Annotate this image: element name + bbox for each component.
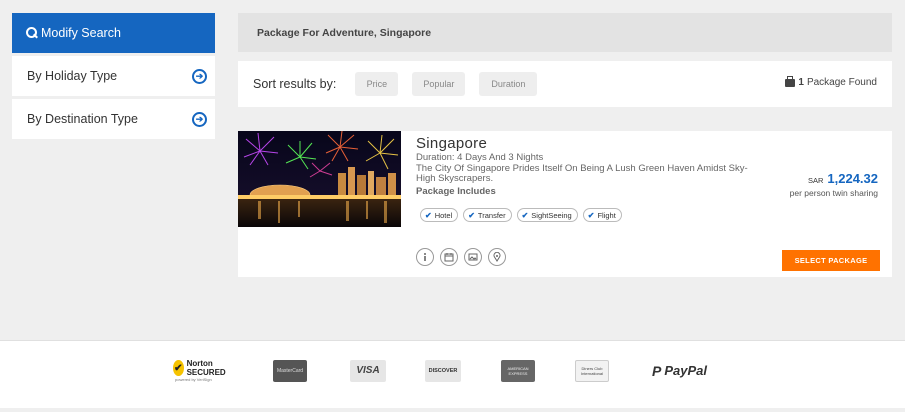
location-pin-icon[interactable] <box>488 248 506 266</box>
sort-label: Sort results by: <box>253 77 337 91</box>
discover-logo: DISCOVER <box>425 359 461 382</box>
check-icon: ✔ <box>468 210 475 220</box>
modify-search-button[interactable]: Modify Search <box>12 13 215 53</box>
norton-logo: ✔ Norton SECURED powered by VeriSign <box>173 359 228 382</box>
paypal-logo: P PayPal <box>652 363 707 379</box>
page-title: Package For Adventure, Singapore <box>257 26 432 39</box>
include-tag-flight: ✔ Flight <box>582 208 622 222</box>
package-card: Singapore Duration: 4 Days And 3 Nights … <box>238 131 892 277</box>
mastercard-logo: MasterCard <box>273 359 307 382</box>
check-icon: ✔ <box>587 210 595 220</box>
visa-text: VISA <box>356 365 380 376</box>
sidebar-item-holiday-type[interactable]: By Holiday Type ➔ <box>12 56 215 96</box>
amex-logo: AMERICAN EXPRESS <box>501 359 535 382</box>
check-icon: ✔ <box>521 210 529 220</box>
mastercard-text: MasterCard <box>276 367 304 374</box>
package-includes-label: Package Includes <box>416 186 496 197</box>
result-count: 1 Package Found <box>785 75 877 88</box>
package-image[interactable] <box>238 131 401 227</box>
include-tag-label: SightSeeing <box>531 210 572 220</box>
include-tag-transfer: ✔ Transfer <box>463 208 512 222</box>
package-duration: Duration: 4 Days And 3 Nights <box>416 152 544 163</box>
norton-text: Norton SECURED <box>186 359 226 377</box>
gallery-icon[interactable] <box>464 248 482 266</box>
paypal-icon: P <box>652 362 662 379</box>
norton-subtext: powered by VeriSign <box>175 377 212 382</box>
arrow-right-icon: ➔ <box>192 111 207 127</box>
package-actions <box>416 248 512 266</box>
include-tag-sightseeing: ✔ SightSeeing <box>516 208 578 222</box>
include-tag-label: Hotel <box>434 210 453 220</box>
visa-logo: VISA <box>350 359 386 382</box>
sort-duration-button[interactable]: Duration <box>479 72 538 96</box>
include-tag-label: Flight <box>597 210 616 220</box>
check-icon: ✔ <box>425 210 432 220</box>
price-currency: SAR <box>807 176 824 185</box>
footer: ✔ Norton SECURED powered by VeriSign Mas… <box>0 340 905 408</box>
sort-popular-button[interactable]: Popular <box>412 72 466 96</box>
sidebar: Modify Search By Holiday Type ➔ By Desti… <box>12 13 215 139</box>
result-count-text: Package Found <box>806 77 877 88</box>
norton-check-icon: ✔ <box>173 360 184 376</box>
result-count-number: 1 <box>798 77 804 88</box>
price-note: per person twin sharing <box>789 188 878 198</box>
select-package-button[interactable]: SELECT PACKAGE <box>782 250 880 271</box>
sidebar-item-label: By Destination Type <box>27 112 138 126</box>
sort-price-button[interactable]: Price <box>355 72 399 96</box>
search-icon <box>26 27 38 39</box>
diners-club-logo: Diners Club International <box>575 359 609 382</box>
include-tag-label: Transfer <box>477 210 506 220</box>
results-header: Package For Adventure, Singapore <box>238 13 892 52</box>
diners-club-text: Diners Club International <box>580 365 603 376</box>
arrow-right-icon: ➔ <box>192 68 207 84</box>
price-amount: 1,224.32 <box>827 171 878 186</box>
payment-logos: ✔ Norton SECURED powered by VeriSign Mas… <box>173 359 707 382</box>
suitcase-icon <box>785 75 796 87</box>
package-includes-list: ✔ Hotel ✔ Transfer ✔ SightSeeing ✔ Flight <box>420 208 627 222</box>
package-title[interactable]: Singapore <box>416 135 487 152</box>
package-description: The City Of Singapore Prides Itself On B… <box>416 163 748 184</box>
discover-text: DISCOVER <box>428 367 458 374</box>
sidebar-item-label: By Holiday Type <box>27 69 118 83</box>
fireworks-image <box>238 131 401 227</box>
include-tag-hotel: ✔ Hotel <box>420 208 459 222</box>
paypal-text: PayPal <box>664 363 707 378</box>
sort-bar: Sort results by: Price Popular Duration … <box>238 61 892 107</box>
sidebar-item-destination-type[interactable]: By Destination Type ➔ <box>12 99 215 139</box>
calendar-icon[interactable] <box>440 248 458 266</box>
amex-text: AMERICAN EXPRESS <box>507 365 529 376</box>
info-icon[interactable] <box>416 248 434 266</box>
modify-search-label: Modify Search <box>41 26 121 40</box>
price-block: SAR 1,224.32 per person twin sharing <box>790 171 878 198</box>
